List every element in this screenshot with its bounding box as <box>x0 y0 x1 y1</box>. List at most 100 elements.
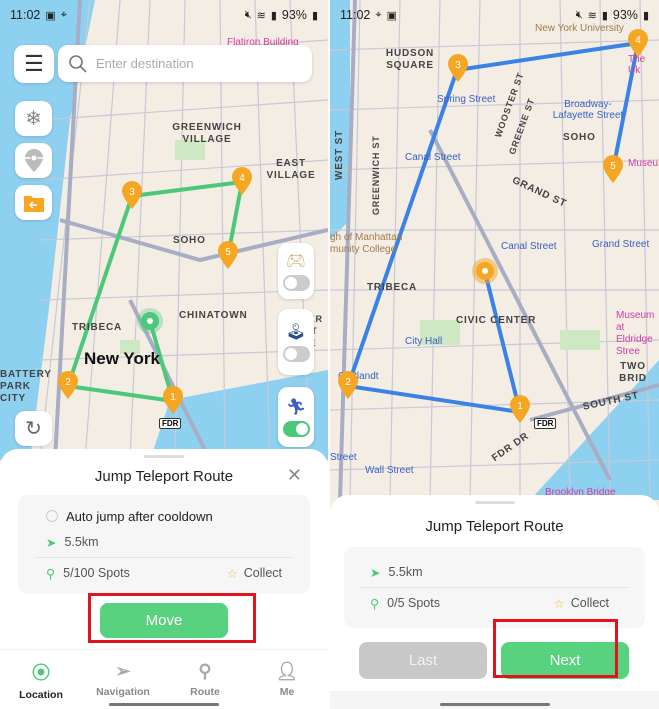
mute-icon: 🔇︎ <box>575 8 583 21</box>
route-pin-2[interactable]: 2 <box>336 370 360 400</box>
route-pin-2[interactable]: 2 <box>56 370 80 400</box>
highlight-box-next <box>493 619 618 678</box>
joystick-card: 🕹︎ <box>278 309 314 375</box>
route-distance: 5.5km <box>64 535 99 549</box>
tab-label: Route <box>190 686 220 698</box>
wifi-icon: ≋ <box>256 9 266 22</box>
route-pin-4[interactable]: 4 <box>230 166 254 196</box>
route-pin-1[interactable]: 1 <box>161 385 185 415</box>
auto-run-card: 🏃︎ <box>278 387 314 447</box>
map-poi-nyu: New York University <box>535 23 624 34</box>
map-transit-street: Street <box>330 452 357 463</box>
collect-button[interactable]: ☆ Collect <box>554 596 609 611</box>
route-info-card: Auto jump after cooldown ➤ 5.5km ⚲ 5/100… <box>18 495 310 594</box>
map-transit-canal-2: Canal Street <box>501 241 557 252</box>
map-label-greenwich: GREENWICH VILLAGE <box>172 122 242 145</box>
tab-route[interactable]: ⚲ Route <box>164 650 246 709</box>
svg-text:5: 5 <box>225 247 231 258</box>
pin-ball-icon <box>24 148 43 172</box>
last-button[interactable]: Last <box>359 642 487 679</box>
map-label-tribeca: TRIBECA <box>72 322 123 333</box>
map-label-west-st: WEST ST <box>334 129 345 180</box>
navigation-arrow-icon: ➤ <box>46 535 57 550</box>
bottom-tab-bar: ⦿ Location ➢ Navigation ⚲ Route 👤︎ Me <box>0 649 328 709</box>
gallery-icon: ▣ <box>386 9 397 22</box>
route-pin-3[interactable]: 3 <box>120 180 144 210</box>
reset-button[interactable]: ↻ <box>15 411 52 446</box>
phone-screen-right: 11:02 ⌖ ▣ 🔇︎ ≋ ▮ 93% ▮ New York Universi… <box>330 0 659 709</box>
status-bar: 11:02 ⌖ ▣ 🔇︎ ≋ ▮ 93% ▮ <box>340 6 649 24</box>
tab-me[interactable]: 👤︎ Me <box>246 650 328 709</box>
route-pin-5[interactable]: 5 <box>216 240 240 270</box>
svg-text:5: 5 <box>610 161 616 172</box>
gamepad-icon: 🎮︎ <box>285 253 307 270</box>
route-pin-5[interactable]: 5 <box>601 154 625 184</box>
star-icon: ☆ <box>226 566 238 581</box>
svg-text:2: 2 <box>65 377 71 388</box>
route-pin-4[interactable]: 4 <box>626 28 650 58</box>
search-input[interactable] <box>96 56 296 71</box>
gallery-icon: ▣ <box>45 9 56 22</box>
map-label-battery-park: BATTERY PARK CITY <box>0 369 52 404</box>
cooldown-button[interactable]: ❄ <box>15 101 52 136</box>
spots-count: 0/5 Spots <box>387 596 440 610</box>
route-pin-3[interactable]: 3 <box>446 53 470 83</box>
signal-icon: ▮ <box>601 9 608 22</box>
hamburger-icon: ☰ <box>24 51 44 76</box>
tab-location[interactable]: ⦿ Location <box>0 650 82 709</box>
map-poi-eldridge: Museum at Eldridge Stree <box>616 310 655 357</box>
svg-text:4: 4 <box>239 173 245 184</box>
phone-screen-left: 11:02 ▣ ⌖ 🔇︎ ≋ ▮ 93% ▮ Flatiron Building… <box>0 0 328 709</box>
svg-text:1: 1 <box>170 392 176 403</box>
highlight-box-move <box>88 593 256 643</box>
location-icon: ⌖ <box>375 8 382 21</box>
paper-plane-icon: ➢ <box>115 661 131 681</box>
joystick-icon: 🕹︎ <box>285 324 307 341</box>
route-info-card: ➤ 5.5km ⚲ 0/5 Spots ☆ Collect <box>344 547 645 628</box>
menu-button[interactable]: ☰ <box>14 45 54 83</box>
game-controller-card: 🎮︎ <box>278 243 314 299</box>
map-transit-city-hall: City Hall <box>405 336 443 347</box>
svg-text:1: 1 <box>517 401 523 412</box>
map-transit-wall-street: Wall Street <box>365 465 414 476</box>
sheet-handle[interactable] <box>474 501 515 504</box>
tab-label: Navigation <box>96 686 150 698</box>
home-indicator <box>109 703 219 706</box>
runner-icon: 🏃︎ <box>285 399 307 416</box>
auto-jump-radio[interactable] <box>46 510 58 522</box>
battery-level: 93% <box>612 8 638 22</box>
svg-text:2: 2 <box>345 377 351 388</box>
home-indicator <box>439 703 550 706</box>
spots-icon: ⚲ <box>46 566 56 581</box>
map-label-fdr: FDR <box>534 418 557 429</box>
snowflake-icon: ❄ <box>25 108 42 130</box>
map-transit-grand-street: Grand Street <box>592 239 650 250</box>
tab-navigation[interactable]: ➢ Navigation <box>82 650 164 709</box>
pokestop-button[interactable] <box>15 143 52 178</box>
tab-label: Me <box>279 686 295 698</box>
folder-import-icon <box>23 195 44 212</box>
map-label-soho: SOHO <box>563 132 596 143</box>
clock: 11:02 <box>340 8 371 22</box>
sheet-handle[interactable] <box>144 455 184 458</box>
spots-count: 5/100 Spots <box>63 566 130 580</box>
battery-icon: ▮ <box>642 9 649 22</box>
map-label-two-bridges: TWO BRID <box>619 361 647 384</box>
auto-jump-option[interactable]: Auto jump after cooldown <box>34 503 294 529</box>
game-toggle[interactable] <box>282 275 310 291</box>
clock: 11:02 <box>10 8 41 22</box>
location-pin-icon: ⦿ <box>32 662 50 683</box>
map-label-east-village: EAST VILLAGE <box>266 158 316 181</box>
map-transit-spring: Spring Street <box>437 94 496 105</box>
close-icon[interactable]: ✕ <box>287 465 302 486</box>
joystick-toggle[interactable] <box>282 346 310 362</box>
map-poi-bmcc: gh of Manhattan munity College <box>330 232 403 255</box>
map-poi-museum: Museu <box>628 158 659 169</box>
route-pin-1[interactable]: 1 <box>508 394 532 424</box>
svg-text:3: 3 <box>129 187 135 198</box>
collect-button[interactable]: ☆ Collect <box>227 566 282 581</box>
spots-icon: ⚲ <box>370 596 380 611</box>
auto-run-toggle[interactable] <box>282 421 310 437</box>
search-bar[interactable] <box>58 45 312 82</box>
import-route-button[interactable] <box>15 185 52 220</box>
